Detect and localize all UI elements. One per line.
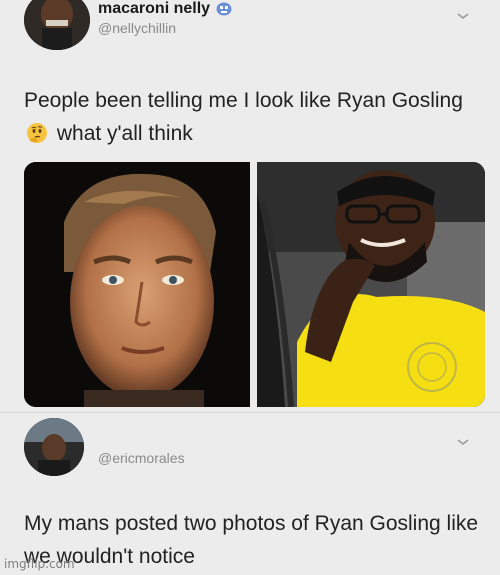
avatar[interactable] xyxy=(24,418,84,476)
reply-text: My mans posted two photos of Ryan Goslin… xyxy=(24,512,479,568)
face-emoji-icon xyxy=(216,2,232,16)
reply-header: @ericmorales xyxy=(24,418,494,478)
avatar[interactable] xyxy=(24,0,90,50)
handle[interactable]: @nellychillin xyxy=(98,20,176,36)
tweet-header: macaroni nelly @nellychillin xyxy=(24,0,494,60)
thinking-face-emoji-icon xyxy=(26,121,48,143)
photo-ryan-gosling-portrait[interactable] xyxy=(24,162,250,407)
meme-screenshot: macaroni nelly @nellychillin People been… xyxy=(0,0,500,575)
divider xyxy=(0,412,500,413)
chevron-down-icon[interactable] xyxy=(456,434,470,446)
tweet-text-part1: People been telling me I look like Ryan … xyxy=(24,89,463,112)
watermark: imgflip.com xyxy=(4,557,75,571)
display-name[interactable]: macaroni nelly xyxy=(98,0,210,18)
photo-man-yellow-shirt-selfie[interactable] xyxy=(257,162,485,407)
handle[interactable]: @ericmorales xyxy=(98,450,185,466)
tweet-text-part2: what y'all think xyxy=(56,122,193,145)
tweet-text: People been telling me I look like Ryan … xyxy=(24,84,474,150)
chevron-down-icon[interactable] xyxy=(456,8,470,20)
